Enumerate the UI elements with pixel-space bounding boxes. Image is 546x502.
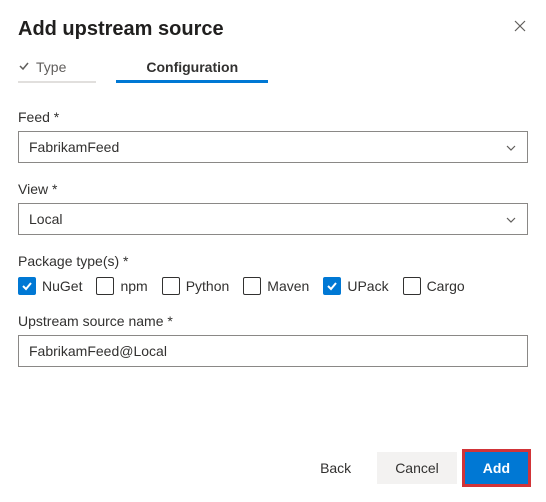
feed-value: FabrikamFeed [29,139,119,155]
wizard-tabs: Type Configuration [18,59,528,83]
checkbox-icon [18,277,36,295]
add-button[interactable]: Add [465,452,528,484]
cancel-button[interactable]: Cancel [377,452,457,484]
view-value: Local [29,211,62,227]
package-type-upack[interactable]: UPack [323,277,388,295]
dialog-title: Add upstream source [18,18,224,41]
tab-configuration-label: Configuration [146,59,238,75]
checkbox-icon [96,277,114,295]
checkbox-icon [323,277,341,295]
package-type-maven[interactable]: Maven [243,277,309,295]
close-icon[interactable] [512,18,528,34]
feed-dropdown[interactable]: FabrikamFeed [18,131,528,163]
package-type-npm[interactable]: npm [96,277,147,295]
checkbox-label: npm [120,278,147,294]
checkbox-icon [403,277,421,295]
package-type-cargo[interactable]: Cargo [403,277,465,295]
upstream-name-input[interactable]: FabrikamFeed@Local [18,335,528,367]
checkbox-label: UPack [347,278,388,294]
package-types-row: NuGet npm Python Maven UPack Cargo [18,277,528,295]
upstream-name-label: Upstream source name * [18,313,528,329]
checkbox-label: NuGet [42,278,82,294]
checkbox-label: Python [186,278,230,294]
package-types-label: Package type(s) * [18,253,528,269]
tab-configuration[interactable]: Configuration [116,59,268,83]
checkbox-icon [243,277,261,295]
package-type-nuget[interactable]: NuGet [18,277,82,295]
view-label: View * [18,181,528,197]
back-button[interactable]: Back [302,452,369,484]
package-type-python[interactable]: Python [162,277,230,295]
tab-type[interactable]: Type [18,59,66,83]
upstream-name-value: FabrikamFeed@Local [29,343,167,359]
tab-type-label: Type [36,59,66,75]
chevron-down-icon [505,141,517,153]
checkbox-icon [162,277,180,295]
checkbox-label: Maven [267,278,309,294]
chevron-down-icon [505,213,517,225]
check-icon [18,59,30,75]
feed-label: Feed * [18,109,528,125]
checkbox-label: Cargo [427,278,465,294]
view-dropdown[interactable]: Local [18,203,528,235]
